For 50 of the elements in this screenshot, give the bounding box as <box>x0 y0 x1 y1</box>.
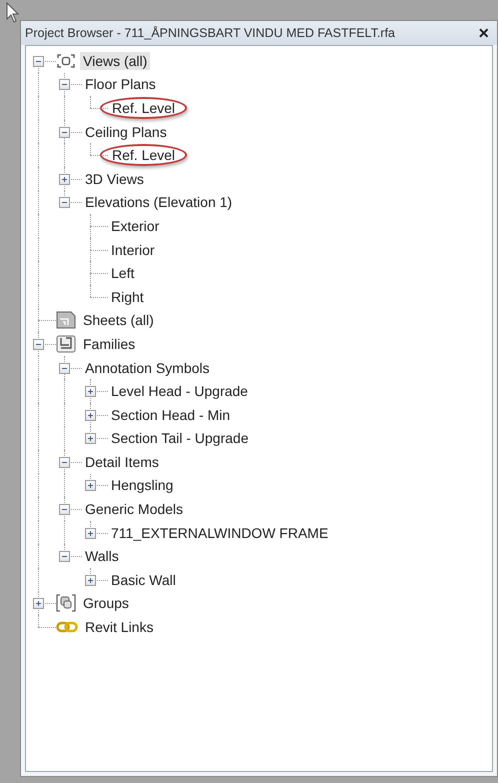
tree-item[interactable]: Elevations (Elevation 1) <box>82 193 236 212</box>
expand-toggle[interactable] <box>59 551 70 562</box>
tree-item[interactable]: Section Head - Min <box>108 406 234 424</box>
expand-toggle[interactable] <box>85 433 96 444</box>
expand-toggle[interactable] <box>59 126 70 138</box>
groups-icon <box>56 594 76 612</box>
tree-item[interactable]: Walls <box>82 547 122 566</box>
tree-item[interactable]: 711_EXTERNALWINDOW FRAME <box>108 524 332 542</box>
expand-toggle[interactable] <box>59 197 70 208</box>
tree-item[interactable]: 3D Views <box>82 170 147 188</box>
cursor-icon <box>6 2 20 24</box>
tree-item[interactable]: Revit Links <box>82 618 156 636</box>
expand-toggle[interactable] <box>33 338 44 350</box>
window-title: Project Browser - 711_ÅPNINGSBART VINDU MED FASTFELT.rfa <box>25 26 396 40</box>
tree-item[interactable]: Annotation Symbols <box>82 358 213 377</box>
expand-toggle[interactable] <box>33 56 44 67</box>
expand-toggle[interactable] <box>59 362 70 374</box>
tree-item[interactable]: Floor Plans <box>82 75 159 94</box>
families-icon <box>56 334 76 353</box>
tree-item[interactable]: Families <box>80 334 138 353</box>
tree-item[interactable]: Basic Wall <box>108 570 179 589</box>
tree-item[interactable]: Left <box>108 264 138 282</box>
views-icon <box>56 52 76 69</box>
expand-toggle[interactable] <box>85 528 96 539</box>
tree-item[interactable]: Exterior <box>108 216 162 235</box>
tree-item[interactable]: Ref. Level <box>100 96 188 119</box>
tree-item[interactable]: Section Tail - Upgrade <box>108 429 252 448</box>
tree-item[interactable]: Sheets (all) <box>80 311 157 330</box>
tree-item[interactable]: Right <box>108 288 147 306</box>
tree-item[interactable]: Ceiling Plans <box>82 122 170 141</box>
expand-toggle[interactable] <box>59 504 70 516</box>
expand-toggle[interactable] <box>33 598 44 610</box>
chain-link-icon <box>56 621 78 634</box>
sheets-icon <box>56 311 76 330</box>
tree-item[interactable]: Interior <box>108 240 158 259</box>
tree-item[interactable]: Ref. Level <box>100 144 188 166</box>
tree-item[interactable]: Views (all) <box>80 52 150 70</box>
expand-toggle[interactable] <box>59 79 70 90</box>
tree-item[interactable]: Generic Models <box>82 500 186 518</box>
expand-toggle[interactable] <box>59 174 70 185</box>
close-button[interactable]: × <box>474 24 493 42</box>
expand-toggle[interactable] <box>85 386 96 398</box>
expand-toggle[interactable] <box>85 480 96 492</box>
expand-toggle[interactable] <box>59 456 70 468</box>
tree-item[interactable]: Hengsling <box>108 476 176 494</box>
expand-toggle[interactable] <box>85 410 96 421</box>
tree-item[interactable]: Detail Items <box>82 452 162 471</box>
tree-item[interactable]: Groups <box>80 594 132 612</box>
tree-item[interactable]: Level Head - Upgrade <box>108 382 251 400</box>
expand-toggle[interactable] <box>85 574 96 586</box>
